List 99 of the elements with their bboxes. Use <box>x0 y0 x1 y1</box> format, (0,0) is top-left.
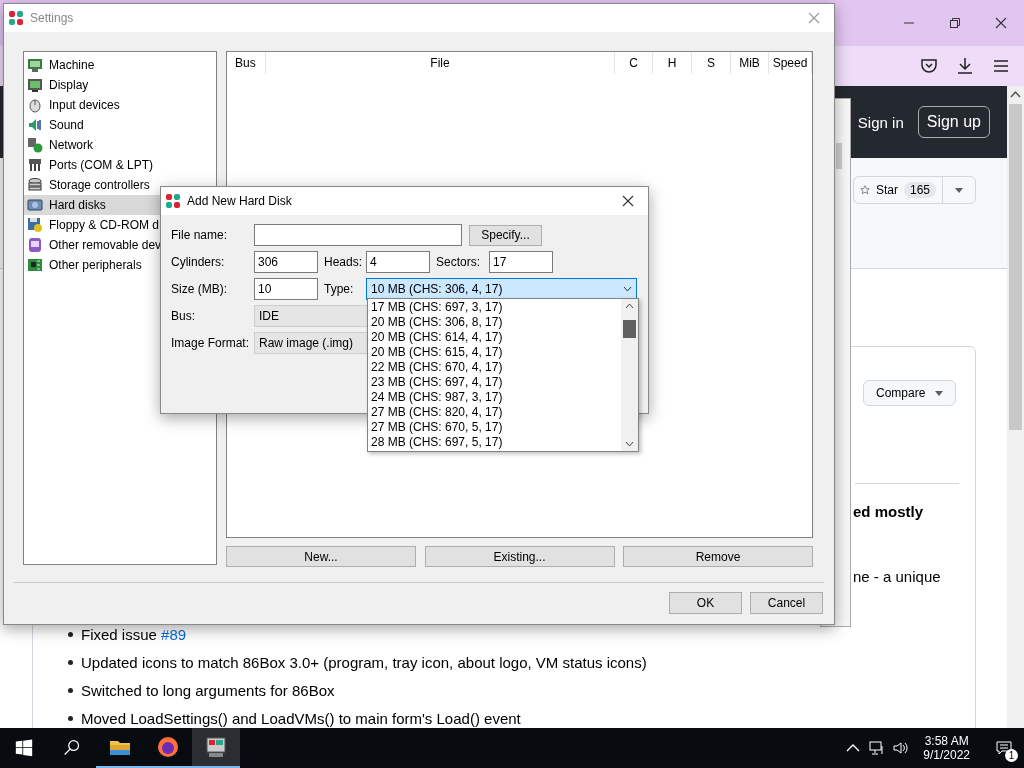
sectors-field[interactable]: 17 <box>489 251 553 273</box>
clock[interactable]: 3:58 AM 9/1/2022 <box>917 734 976 762</box>
category-item[interactable]: Network <box>24 135 216 155</box>
field-label: Sectors: <box>436 255 481 269</box>
browser-icon <box>157 736 179 758</box>
removable-drive-icon <box>27 237 43 253</box>
field-label: Image Format: <box>171 336 248 350</box>
category-item[interactable]: Sound <box>24 115 216 135</box>
scrollbar[interactable] <box>1007 86 1024 728</box>
type-dropdown[interactable]: 10 MB (CHS: 306, 4, 17) <box>366 278 637 300</box>
clock-date: 9/1/2022 <box>923 748 970 762</box>
size-field[interactable]: 10 <box>254 278 318 300</box>
emulator-icon <box>205 736 227 758</box>
dropdown-option[interactable]: 27 MB (CHS: 820, 4, 17) <box>368 405 621 420</box>
cancel-button[interactable]: Cancel <box>750 592 823 614</box>
menu-icon[interactable] <box>992 57 1010 75</box>
speaker-icon <box>27 117 43 133</box>
window-title: Settings <box>30 11 75 25</box>
app-icon <box>8 10 24 26</box>
computer-icon <box>27 57 43 73</box>
star-button[interactable]: Star 165 <box>853 176 976 204</box>
heads-field[interactable]: 4 <box>366 251 430 273</box>
field-label: Cylinders: <box>171 255 226 269</box>
column-header[interactable]: Speed <box>769 52 812 74</box>
scroll-thumb[interactable] <box>623 320 636 338</box>
app-icon <box>165 193 181 209</box>
windows-logo-icon <box>15 739 33 757</box>
field-label: File name: <box>171 228 229 242</box>
column-header[interactable]: MiB <box>731 52 769 74</box>
bullet-icon <box>68 716 73 721</box>
release-heading: ed mostly <box>853 503 924 520</box>
disk-action-button[interactable]: New... <box>226 546 416 567</box>
compare-button[interactable]: Compare <box>863 380 957 406</box>
sign-in-link[interactable]: Sign in <box>857 113 904 131</box>
category-item[interactable]: Machine <box>24 55 216 75</box>
notifications-button[interactable]: 1 <box>984 728 1024 768</box>
changelog-item: Moved LoadSettings() and LoadVMs() to main form's Load() event <box>81 710 521 727</box>
disk-action-button[interactable]: Remove <box>623 546 813 567</box>
caret-icon <box>955 187 963 193</box>
mouse-icon <box>27 97 43 113</box>
issue-link[interactable]: #89 <box>161 626 187 643</box>
disk-action-button[interactable]: Existing... <box>424 546 615 567</box>
ok-button[interactable]: OK <box>669 592 742 614</box>
caret-icon <box>935 390 944 396</box>
cylinders-field[interactable]: 306 <box>254 251 318 273</box>
close-icon <box>995 17 1007 29</box>
network-icon[interactable] <box>869 740 886 756</box>
notification-count: 1 <box>1005 749 1018 762</box>
column-header[interactable]: File <box>266 52 615 74</box>
dropdown-option[interactable]: 27 MB (CHS: 670, 5, 17) <box>368 420 621 435</box>
taskbar-app[interactable] <box>192 728 240 768</box>
close-icon <box>622 195 634 207</box>
monitor-icon <box>27 77 43 93</box>
ports-icon <box>27 157 43 173</box>
release-text: ne - a unique <box>853 568 941 585</box>
column-header[interactable]: Bus <box>227 52 266 74</box>
column-header[interactable]: S <box>692 52 731 74</box>
star-icon <box>860 183 870 197</box>
category-item[interactable]: Input devices <box>24 95 216 115</box>
dropdown-option[interactable]: 23 MB (CHS: 697, 4, 17) <box>368 375 621 390</box>
dropdown-option[interactable]: 24 MB (CHS: 987, 3, 17) <box>368 390 621 405</box>
field-label: Size (MB): <box>171 282 228 296</box>
changelog-item: Updated icons to match 86Box 3.0+ (program, tray icon, about logo, VM status icons) <box>81 654 647 671</box>
scrollbar[interactable] <box>621 299 638 451</box>
bullet-icon <box>68 688 73 693</box>
download-icon[interactable] <box>956 57 974 75</box>
column-header[interactable]: C <box>615 52 653 74</box>
clock-time: 3:58 AM <box>924 734 969 748</box>
floppy-icon <box>27 217 43 233</box>
file-name-field[interactable] <box>254 224 462 246</box>
pocket-icon[interactable] <box>920 57 938 75</box>
column-header[interactable]: H <box>653 52 692 74</box>
arrow-down-icon[interactable] <box>625 441 634 447</box>
disk-stack-icon <box>27 177 43 193</box>
bullet-icon <box>68 632 73 637</box>
changelog-item: Fixed issue #89 <box>81 626 187 643</box>
category-item[interactable]: Storage controllers <box>24 175 216 195</box>
sign-up-button[interactable]: Sign up <box>917 106 990 138</box>
search-icon <box>63 739 81 757</box>
arrow-up-icon[interactable] <box>1010 90 1021 98</box>
specify-button[interactable]: Specify... <box>469 224 542 246</box>
network-icon <box>27 137 43 153</box>
field-label: Heads: <box>324 255 360 269</box>
bullet-icon <box>68 660 73 665</box>
dropdown-option[interactable]: 28 MB (CHS: 697, 5, 17) <box>368 435 621 450</box>
category-item[interactable]: Display <box>24 75 216 95</box>
field-label: Type: <box>324 282 355 296</box>
star-count: 165 <box>903 182 936 198</box>
dropdown-option[interactable]: 22 MB (CHS: 670, 4, 17) <box>368 360 621 375</box>
chevron-down-icon <box>623 286 632 292</box>
circuit-board-icon <box>27 257 43 273</box>
star-label: Star <box>875 183 898 197</box>
close-icon <box>808 12 820 24</box>
category-item[interactable]: Ports (COM & LPT) <box>24 155 216 175</box>
arrow-up-icon[interactable] <box>625 303 634 309</box>
volume-icon[interactable] <box>893 740 910 756</box>
field-label: Bus: <box>171 309 196 323</box>
restore-icon <box>949 17 961 29</box>
changelog-item: Switched to long arguments for 86Box <box>81 682 335 699</box>
